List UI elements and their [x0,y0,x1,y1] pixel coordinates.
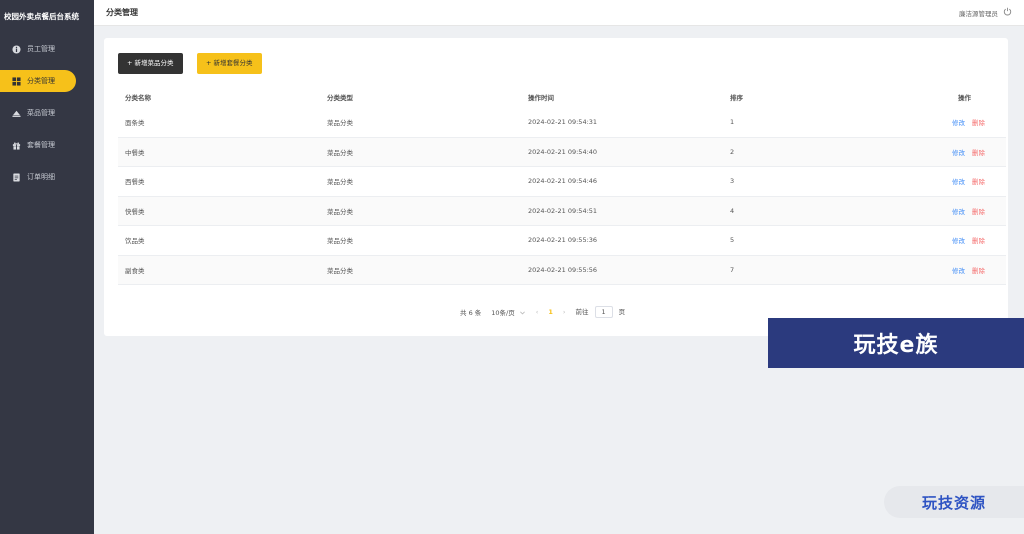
table-row: 快餐类 菜品分类 2024-02-21 09:54:51 4 修改 删除 [118,196,1006,226]
category-name: 中餐类 [125,148,145,157]
total-count: 共 6 条 [460,309,482,317]
current-page[interactable]: 1 [548,308,553,316]
grid-icon [12,76,21,86]
category-type: 菜品分类 [327,207,353,216]
power-icon[interactable] [1003,7,1012,16]
sidebar-item-label: 套餐管理 [27,141,55,149]
sidebar-item-categories[interactable]: 分类管理 [0,70,76,92]
goto-page-input[interactable]: 1 [594,306,613,318]
sidebar-item-label: 订单明细 [27,173,55,181]
sort-order: 4 [730,206,735,215]
delete-link[interactable]: 删除 [972,149,985,157]
operation-time: 2024-02-21 09:54:51 [528,206,598,215]
category-table: 分类名称 分类类型 操作时间 排序 操作 面条类 菜品分类 2024-02-21… [118,86,1006,285]
delete-link[interactable]: 删除 [972,119,985,127]
delete-link[interactable]: 删除 [972,237,985,245]
category-type: 菜品分类 [327,266,353,275]
category-name: 副食类 [125,266,145,275]
table-row: 副食类 菜品分类 2024-02-21 09:55:56 7 修改 删除 [118,255,1006,285]
operation-time: 2024-02-21 09:55:56 [528,265,598,274]
operation-time: 2024-02-21 09:54:46 [528,177,598,186]
column-header: 排序 [730,94,743,102]
category-name: 面条类 [125,119,145,128]
row-actions: 修改 删除 [952,235,985,245]
edit-link[interactable]: 修改 [952,119,965,127]
next-page-button[interactable]: › [563,308,566,316]
sidebar-item-orders[interactable]: 订单明细 [0,166,94,188]
document-icon [12,172,21,182]
row-actions: 修改 删除 [952,206,985,216]
sidebar-item-dishes[interactable]: 菜品管理 [0,102,94,124]
goto-label: 前往 [575,308,589,316]
user-name[interactable]: 廉洁源管理员 [959,8,998,18]
row-actions: 修改 删除 [952,176,985,186]
operation-time: 2024-02-21 09:55:36 [528,236,598,245]
page-suffix: 页 [618,308,626,316]
table-header: 分类名称 分类类型 操作时间 排序 操作 [118,86,1006,108]
prev-page-button[interactable]: ‹ [536,308,539,316]
pagination: 共 6 条 10条/页 ‹ 1 › 前往 1 页 [460,305,635,319]
goto-page: 前往 1 页 [575,306,626,318]
sort-order: 3 [730,177,735,186]
table-row: 饮品类 菜品分类 2024-02-21 09:55:36 5 修改 删除 [118,226,1006,256]
sort-order: 2 [730,147,735,156]
top-bar: 分类管理 廉洁源管理员 [94,0,1024,26]
add-dish-category-button[interactable]: + 新增菜品分类 [118,53,183,74]
watermark-banner-text: 玩技e族 [853,333,939,358]
edit-link[interactable]: 修改 [952,237,965,245]
table-row: 中餐类 菜品分类 2024-02-21 09:54:40 2 修改 删除 [118,137,1006,167]
table-row: 面条类 菜品分类 2024-02-21 09:54:31 1 修改 删除 [118,108,1006,138]
column-header: 操作时间 [528,94,554,102]
app-title: 校园外卖点餐后台系统 [4,12,79,21]
column-header: 操作 [958,94,971,102]
delete-link[interactable]: 删除 [972,178,985,186]
edit-link[interactable]: 修改 [952,178,965,186]
page-title: 分类管理 [106,8,138,17]
operation-time: 2024-02-21 09:54:31 [528,118,598,127]
delete-link[interactable]: 删除 [972,267,985,275]
category-type: 菜品分类 [327,178,353,187]
category-type: 菜品分类 [327,119,353,128]
column-header: 分类名称 [125,94,151,102]
dish-icon [12,109,21,118]
chevron-down-icon [519,311,525,314]
category-name: 饮品类 [125,237,145,246]
row-actions: 修改 删除 [952,147,985,157]
main-card: + 新增菜品分类 + 新增套餐分类 分类名称 分类类型 操作时间 排序 操作 面… [104,38,1008,336]
page-size-value: 10条/页 [491,309,515,317]
category-name: 西餐类 [125,178,145,187]
table-row: 西餐类 菜品分类 2024-02-21 09:54:46 3 修改 删除 [118,167,1006,197]
info-icon [12,44,21,54]
sidebar-item-label: 员工管理 [27,45,55,53]
sidebar: 校园外卖点餐后台系统 员工管理 分类管理 菜品管理 套餐管理 订单明细 [0,0,94,534]
watermark-banner: 玩技e族 [768,318,1024,368]
sort-order: 7 [730,265,735,274]
watermark-corner-text: 玩技资源 [921,493,986,512]
sidebar-item-combos[interactable]: 套餐管理 [0,134,94,156]
sidebar-item-label: 分类管理 [27,77,55,85]
page-size-select[interactable]: 10条/页 [491,307,525,317]
edit-link[interactable]: 修改 [952,149,965,157]
watermark-corner: 玩技资源 [884,486,1024,518]
row-actions: 修改 删除 [952,117,985,127]
sort-order: 5 [730,236,735,245]
sort-order: 1 [730,118,735,127]
operation-time: 2024-02-21 09:54:40 [528,147,598,156]
column-header: 分类类型 [327,94,353,102]
category-type: 菜品分类 [327,237,353,246]
sidebar-item-employees[interactable]: 员工管理 [0,38,94,60]
gift-icon [12,141,21,150]
row-actions: 修改 删除 [952,265,985,275]
edit-link[interactable]: 修改 [952,267,965,275]
category-type: 菜品分类 [327,148,353,157]
add-combo-category-button[interactable]: + 新增套餐分类 [197,53,262,74]
edit-link[interactable]: 修改 [952,208,965,216]
sidebar-item-label: 菜品管理 [27,109,55,117]
category-name: 快餐类 [125,207,145,216]
delete-link[interactable]: 删除 [972,208,985,216]
